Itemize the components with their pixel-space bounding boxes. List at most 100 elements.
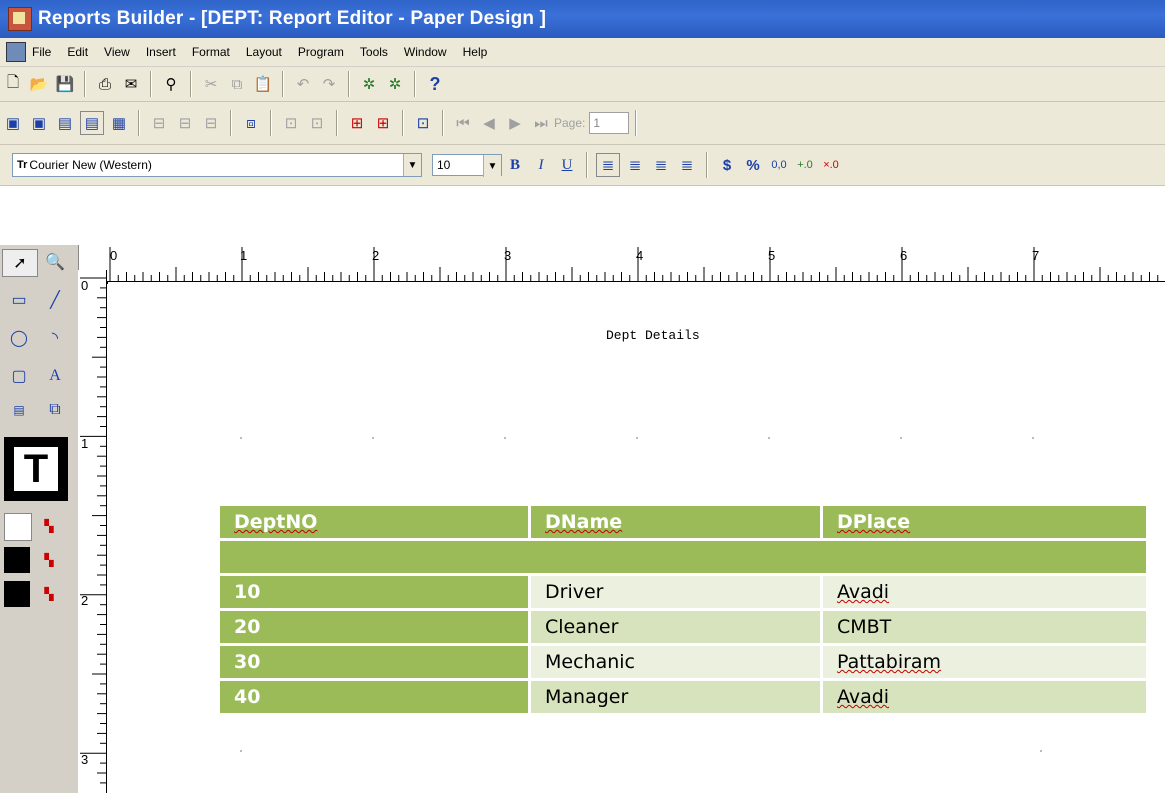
table-cell-text: Pattabiram: [836, 651, 942, 673]
text-color-swatch[interactable]: [4, 581, 30, 607]
print-icon[interactable]: ⎙: [94, 73, 116, 95]
menu-edit[interactable]: Edit: [67, 45, 88, 59]
first-page-icon[interactable]: ⏮: [452, 112, 474, 134]
arc-tool-icon[interactable]: ◝: [38, 325, 72, 351]
table-cell[interactable]: Mechanic: [528, 646, 820, 678]
menu-window[interactable]: Window: [404, 45, 447, 59]
menu-format[interactable]: Format: [192, 45, 230, 59]
paper-layout-icon[interactable]: ▤: [54, 112, 76, 134]
header-icon[interactable]: ⊟: [148, 112, 170, 134]
column-header[interactable]: DName: [528, 506, 820, 538]
last-page-icon[interactable]: ⏭: [530, 112, 552, 134]
new-icon[interactable]: 🗋: [2, 73, 24, 95]
text-color-icon[interactable]: ▚: [36, 581, 62, 607]
font-name-select[interactable]: Tr Courier New (Western) ▼: [12, 153, 422, 177]
align-right-icon[interactable]: ≣: [650, 154, 672, 176]
run-report-icon[interactable]: ✲: [358, 73, 380, 95]
zoom-icon[interactable]: ⊡: [412, 112, 434, 134]
menu-file[interactable]: File: [32, 45, 51, 59]
remove-decimal-icon[interactable]: ×.0: [820, 154, 842, 176]
mail-icon[interactable]: ✉: [120, 73, 142, 95]
app-icon[interactable]: [8, 7, 32, 31]
table-cell[interactable]: 20: [220, 611, 528, 643]
ellipse-tool-icon[interactable]: ◯: [2, 325, 36, 351]
menu-layout[interactable]: Layout: [246, 45, 282, 59]
justify-icon[interactable]: ≣: [676, 154, 698, 176]
table-cell[interactable]: CMBT: [819, 611, 1146, 643]
report-title[interactable]: Dept Details: [606, 328, 700, 343]
frame-tool-icon[interactable]: ⧉: [38, 397, 72, 423]
next-page-icon[interactable]: ▶: [504, 112, 526, 134]
menu-view[interactable]: View: [104, 45, 130, 59]
document-icon[interactable]: [6, 42, 26, 62]
menu-tools[interactable]: Tools: [360, 45, 388, 59]
magnify-tool-icon[interactable]: 🔍: [38, 249, 72, 275]
chevron-down-icon[interactable]: ▼: [483, 155, 501, 177]
confine-mode-icon[interactable]: ⧈: [240, 112, 262, 134]
fill-color-icon[interactable]: ▚: [36, 513, 62, 539]
paper-design-icon[interactable]: ▤: [80, 111, 104, 135]
connect-icon[interactable]: ⚲: [160, 73, 182, 95]
select-tool-icon[interactable]: ➚: [2, 249, 38, 277]
grid-dot: [1040, 750, 1042, 752]
trailer-icon[interactable]: ⊟: [200, 112, 222, 134]
line-color-swatch[interactable]: [4, 547, 30, 573]
body-icon[interactable]: ⊟: [174, 112, 196, 134]
italic-button[interactable]: I: [530, 154, 552, 176]
save-icon[interactable]: 💾: [54, 73, 76, 95]
percent-button[interactable]: %: [742, 154, 764, 176]
field-tool-icon[interactable]: ▤: [2, 397, 36, 423]
table-cell[interactable]: Avadi: [819, 681, 1146, 713]
add-decimal-icon[interactable]: +.0: [794, 154, 816, 176]
table-cell[interactable]: Manager: [528, 681, 820, 713]
menu-insert[interactable]: Insert: [146, 45, 176, 59]
text-tool-icon[interactable]: A: [38, 363, 72, 389]
layout-model-icon[interactable]: ▣: [28, 112, 50, 134]
copy-icon[interactable]: ⧉: [226, 73, 248, 95]
frame-select-icon[interactable]: ⊡: [280, 112, 302, 134]
undo-icon[interactable]: ↶: [292, 73, 314, 95]
rectangle-tool-icon[interactable]: ▭: [2, 287, 36, 313]
dept-table[interactable]: DeptNO DName DPlace 10 Driver Avadi 20 C…: [220, 503, 1146, 716]
grid-dot: [240, 750, 242, 752]
cut-icon[interactable]: ✂: [200, 73, 222, 95]
font-size-select[interactable]: 10 ▼: [432, 154, 502, 177]
page-number-input[interactable]: 1: [589, 112, 630, 134]
web-source-icon[interactable]: ▦: [108, 112, 130, 134]
align-left-icon[interactable]: ≣: [596, 153, 620, 177]
table-cell[interactable]: 30: [220, 646, 528, 678]
page-label: Page:: [554, 116, 586, 130]
ruler-mark: 7: [1032, 248, 1040, 263]
open-icon[interactable]: 📂: [28, 73, 50, 95]
paste-icon[interactable]: 📋: [252, 73, 274, 95]
table-cell[interactable]: Driver: [528, 576, 820, 608]
size-objects-icon[interactable]: ⊞: [372, 112, 394, 134]
align-objects-icon[interactable]: ⊞: [346, 112, 368, 134]
bold-button[interactable]: B: [504, 154, 526, 176]
column-header[interactable]: DPlace: [819, 506, 1146, 538]
currency-button[interactable]: $: [716, 154, 738, 176]
data-model-icon[interactable]: ▣: [2, 112, 24, 134]
table-cell[interactable]: Avadi: [819, 576, 1146, 608]
previous-page-icon[interactable]: ◀: [478, 112, 500, 134]
line-color-icon[interactable]: ▚: [36, 547, 62, 573]
column-header[interactable]: DeptNO: [220, 506, 528, 538]
table-cell[interactable]: Cleaner: [528, 611, 820, 643]
menu-program[interactable]: Program: [298, 45, 344, 59]
menu-help[interactable]: Help: [463, 45, 488, 59]
chevron-down-icon[interactable]: ▼: [403, 154, 421, 176]
commas-icon[interactable]: 0,0: [768, 154, 790, 176]
flex-mode-icon[interactable]: ⊡: [306, 112, 328, 134]
table-cell[interactable]: 10: [220, 576, 528, 608]
underline-button[interactable]: U: [556, 154, 578, 176]
fill-color-swatch[interactable]: [4, 513, 32, 541]
debug-report-icon[interactable]: ✲: [384, 73, 406, 95]
rounded-rectangle-tool-icon[interactable]: ▢: [2, 363, 36, 389]
redo-icon[interactable]: ↷: [318, 73, 340, 95]
help-icon[interactable]: ?: [424, 73, 446, 95]
column-header-label: DName: [545, 511, 623, 533]
table-cell[interactable]: Pattabiram: [819, 646, 1146, 678]
table-cell[interactable]: 40: [220, 681, 528, 713]
align-center-icon[interactable]: ≣: [624, 154, 646, 176]
line-tool-icon[interactable]: ╱: [38, 287, 72, 313]
